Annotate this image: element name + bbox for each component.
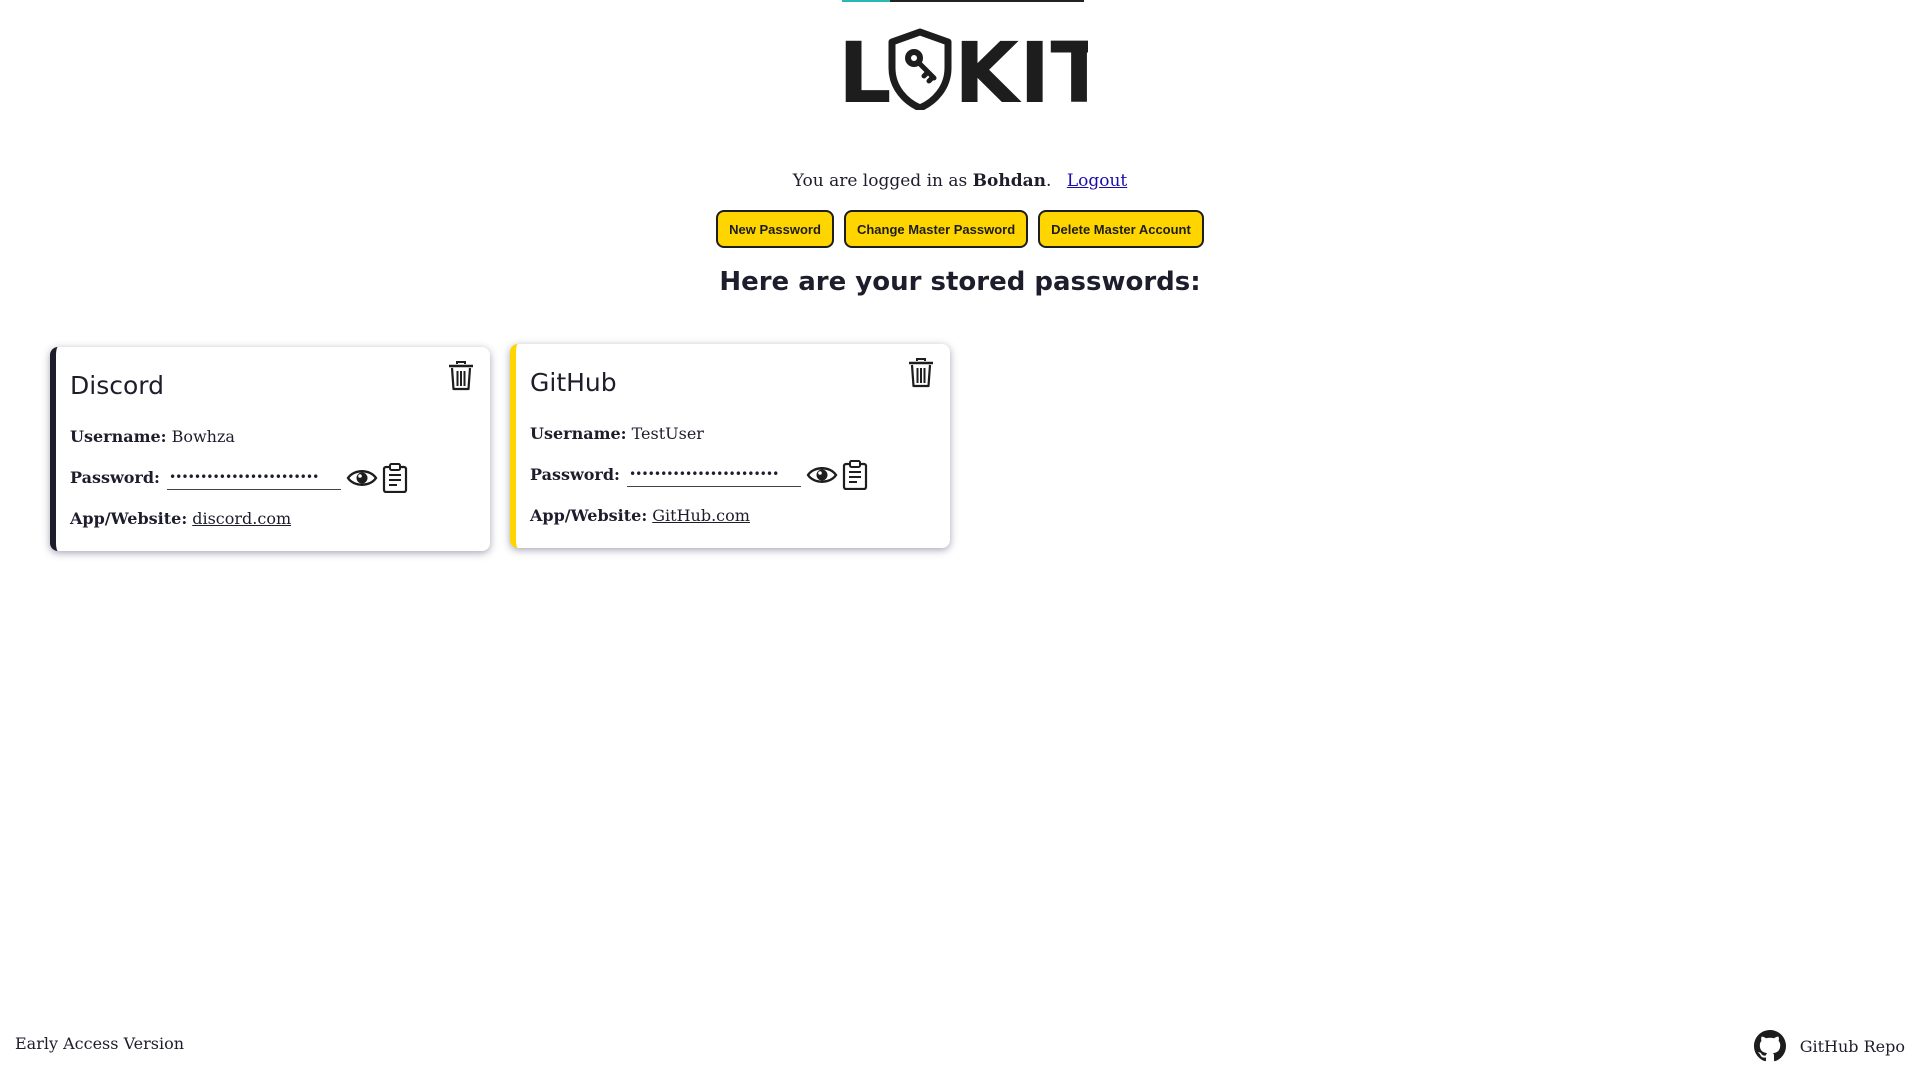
status-suffix: . [1046, 171, 1052, 191]
logo-letters-kit: KIT [954, 28, 1088, 110]
delete-master-account-button[interactable]: Delete Master Account [1038, 210, 1204, 248]
username-row: Username: TestUser [530, 413, 936, 454]
app-logo: L KIT [838, 28, 1088, 110]
trash-icon[interactable] [908, 358, 934, 388]
password-label: Password: [530, 465, 620, 484]
site-label: App/Website: [70, 509, 188, 528]
top-rule-accent [842, 0, 890, 2]
eye-icon[interactable] [806, 463, 838, 487]
status-username: Bohdan [972, 171, 1046, 191]
change-master-password-button[interactable]: Change Master Password [843, 210, 1029, 248]
github-repo-label: GitHub Repo [1799, 1036, 1905, 1056]
password-card-github: GitHub Username: TestUser Password: App/… [510, 344, 950, 548]
site-row: App/Website: GitHub.com [530, 495, 936, 536]
page-heading: Here are your stored passwords: [719, 267, 1201, 297]
password-row: Password: [530, 454, 936, 495]
github-icon [1753, 1030, 1786, 1062]
password-row: Password: [70, 457, 476, 498]
password-label: Password: [70, 468, 160, 487]
password-field[interactable] [626, 462, 801, 487]
password-field[interactable] [166, 465, 341, 490]
action-bar: New Password Change Master Password Dele… [0, 210, 1920, 248]
username-value: Bowhza [171, 427, 235, 446]
username-value: TestUser [631, 424, 704, 443]
top-rule [842, 0, 1084, 2]
site-row: App/Website: discord.com [70, 498, 476, 539]
card-title: GitHub [530, 368, 617, 397]
eye-icon[interactable] [346, 466, 378, 490]
card-title: Discord [70, 371, 164, 400]
username-label: Username: [530, 424, 627, 443]
version-label: Early Access Version [15, 1034, 185, 1053]
login-status: You are logged in as Bohdan. Logout [0, 171, 1920, 191]
site-link[interactable]: GitHub.com [652, 506, 750, 525]
logout-link[interactable]: Logout [1067, 171, 1127, 191]
github-repo-link[interactable]: GitHub Repo [1753, 1030, 1905, 1062]
clipboard-icon[interactable] [842, 459, 868, 490]
status-prefix: You are logged in as [792, 171, 973, 191]
site-link[interactable]: discord.com [192, 509, 291, 528]
site-label: App/Website: [530, 506, 648, 525]
clipboard-icon[interactable] [382, 462, 408, 493]
username-row: Username: Bowhza [70, 416, 476, 457]
password-card-discord: Discord Username: Bowhza Password: App/W… [50, 347, 490, 551]
username-label: Username: [70, 427, 167, 446]
trash-icon[interactable] [448, 361, 474, 391]
new-password-button[interactable]: New Password [716, 210, 834, 248]
shield-key-icon [888, 28, 952, 110]
logo-letter-l: L [838, 28, 892, 110]
